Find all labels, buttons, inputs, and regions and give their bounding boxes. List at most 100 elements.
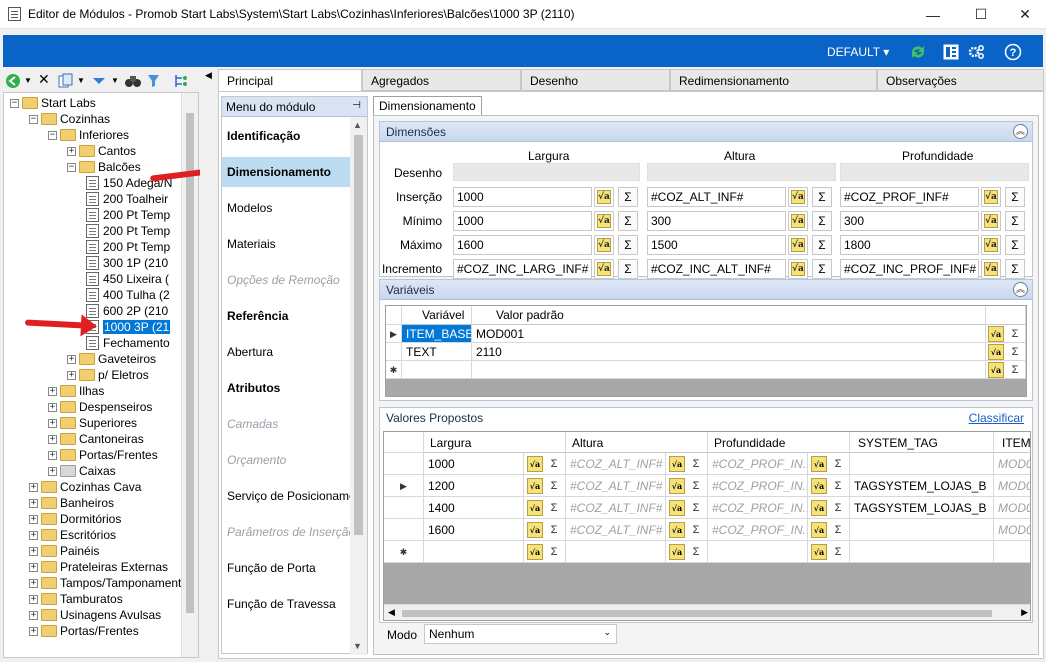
formula-button[interactable]: √a xyxy=(981,259,1001,279)
tree-item[interactable]: + Ilhas xyxy=(48,383,104,399)
layout-panel-icon[interactable] xyxy=(942,43,960,61)
formula-button[interactable]: √a xyxy=(594,259,614,279)
tree-item[interactable]: 400 Tulha (2 xyxy=(86,287,170,303)
tree-item[interactable]: + Superiores xyxy=(48,415,137,431)
tree-item[interactable]: + Cozinhas Cava xyxy=(29,479,141,495)
expand-icon[interactable]: + xyxy=(48,386,57,396)
sum-button[interactable]: Σ xyxy=(618,187,638,207)
variable-value-cell[interactable]: MOD001 xyxy=(472,325,986,343)
close-button[interactable]: ✕ xyxy=(1002,0,1046,29)
sum-button[interactable]: Σ xyxy=(831,456,845,472)
formula-button[interactable]: √a xyxy=(788,211,808,231)
tree-item[interactable]: + Portas/Frentes xyxy=(48,447,158,463)
hscroll-thumb[interactable] xyxy=(402,610,992,617)
formula-button[interactable]: √a xyxy=(594,211,614,231)
expand-icon[interactable]: + xyxy=(48,466,57,476)
tree-scrollbar[interactable] xyxy=(181,93,198,657)
dimension-input[interactable]: 300 xyxy=(647,211,786,231)
tree-item[interactable]: + Gaveteiros xyxy=(67,351,156,367)
expand-icon[interactable]: + xyxy=(48,450,57,460)
formula-button[interactable]: √a xyxy=(669,500,685,516)
system-tag-cell[interactable]: TAGSYSTEM_LOJAS_B xyxy=(850,497,994,519)
sum-button[interactable]: Σ xyxy=(812,235,832,255)
module-menu-item[interactable]: Referência xyxy=(222,301,350,331)
sum-button[interactable]: Σ xyxy=(1005,259,1025,279)
delete-icon[interactable]: ✕ xyxy=(38,71,50,88)
tree-item[interactable]: Fechamento xyxy=(86,335,170,351)
tree-item[interactable]: + Usinagens Avulsas xyxy=(29,607,161,623)
expand-icon[interactable]: + xyxy=(29,578,38,588)
dimension-input[interactable]: 1000 xyxy=(453,211,592,231)
formula-button[interactable]: √a xyxy=(988,362,1004,378)
sum-button[interactable]: Σ xyxy=(831,544,845,560)
proposed-value-cell[interactable]: 1600 xyxy=(424,519,524,541)
panel-splitter[interactable]: ◀ xyxy=(200,67,218,659)
help-icon[interactable]: ? xyxy=(1004,43,1022,61)
expand-icon[interactable]: + xyxy=(29,562,38,572)
collapse-icon[interactable]: − xyxy=(10,98,19,108)
proposed-value-cell[interactable] xyxy=(566,541,666,563)
variable-name-cell[interactable]: ITEM_BASE xyxy=(402,325,472,343)
expand-icon[interactable]: + xyxy=(67,146,76,156)
proposed-value-cell[interactable]: 1200 xyxy=(424,475,524,497)
paste-icon[interactable] xyxy=(91,74,107,88)
collapse-dimensoes-icon[interactable]: ︽ xyxy=(1013,124,1028,139)
expand-icon[interactable]: + xyxy=(29,530,38,540)
formula-button[interactable]: √a xyxy=(811,456,827,472)
tree-item[interactable]: 450 Lixeira ( xyxy=(86,271,169,287)
sum-button[interactable]: Σ xyxy=(831,478,845,494)
valores-hscrollbar[interactable]: ◀ ▶ xyxy=(384,604,1030,620)
scroll-up-icon[interactable]: ▲ xyxy=(353,120,362,130)
sum-button[interactable]: Σ xyxy=(618,259,638,279)
tree-item[interactable]: + p/ Eletros xyxy=(67,367,149,383)
formula-button[interactable]: √a xyxy=(669,522,685,538)
scroll-right-icon[interactable]: ▶ xyxy=(1021,607,1028,618)
variable-value-cell[interactable]: 2110 xyxy=(472,343,986,361)
proposed-value-cell[interactable]: #COZ_ALT_INF# xyxy=(566,453,666,475)
dimension-input[interactable]: 300 xyxy=(840,211,979,231)
layout-dropdown[interactable]: DEFAULT ▾ xyxy=(827,45,889,59)
tree-item[interactable]: 200 Pt Temp xyxy=(86,223,170,239)
system-tag-cell[interactable]: TAGSYSTEM_LOJAS_B xyxy=(850,475,994,497)
proposed-value-cell[interactable]: 1400 xyxy=(424,497,524,519)
sum-button[interactable]: Σ xyxy=(831,500,845,516)
module-menu-item[interactable]: Serviço de Posicionamento xyxy=(222,481,350,511)
dimension-input[interactable]: #COZ_INC_ALT_INF# xyxy=(647,259,786,279)
tab-dimensionamento[interactable]: Dimensionamento xyxy=(373,96,482,116)
expand-icon[interactable]: + xyxy=(48,418,57,428)
minimize-button[interactable]: — xyxy=(910,0,956,29)
sum-button[interactable]: Σ xyxy=(1008,326,1022,342)
expand-icon[interactable]: + xyxy=(29,626,38,636)
module-menu-item[interactable]: Abertura xyxy=(222,337,350,367)
item-cell[interactable]: MOD0 xyxy=(994,497,1030,519)
formula-button[interactable]: √a xyxy=(981,235,1001,255)
expand-icon[interactable]: + xyxy=(67,370,76,380)
tree-item[interactable]: 300 1P (210 xyxy=(86,255,168,271)
formula-button[interactable]: √a xyxy=(527,478,543,494)
module-menu-item[interactable]: Materiais xyxy=(222,229,350,259)
dimension-input[interactable]: 1500 xyxy=(647,235,786,255)
tab-observacoes[interactable]: Observações xyxy=(877,69,1044,91)
tree-item[interactable]: 1000 3P (21 xyxy=(86,319,171,335)
filter-icon[interactable] xyxy=(146,73,162,89)
formula-button[interactable]: √a xyxy=(988,344,1004,360)
formula-button[interactable]: √a xyxy=(788,259,808,279)
proposed-value-cell[interactable]: #COZ_PROF_IN... xyxy=(708,497,808,519)
tree-item[interactable]: + Cantoneiras xyxy=(48,431,144,447)
system-tag-cell[interactable] xyxy=(850,541,994,563)
module-menu-item[interactable]: Atributos xyxy=(222,373,350,403)
sum-button[interactable]: Σ xyxy=(812,187,832,207)
sum-button[interactable]: Σ xyxy=(618,235,638,255)
tab-agregados[interactable]: Agregados xyxy=(362,69,521,91)
formula-button[interactable]: √a xyxy=(527,456,543,472)
tab-desenho[interactable]: Desenho xyxy=(521,69,670,91)
classificar-link[interactable]: Classificar xyxy=(969,411,1024,425)
sum-button[interactable]: Σ xyxy=(1005,211,1025,231)
module-menu-item[interactable]: Identificação xyxy=(222,121,350,151)
collapse-icon[interactable]: − xyxy=(29,114,38,124)
proposed-value-cell[interactable]: #COZ_ALT_INF# xyxy=(566,497,666,519)
dimension-input[interactable]: 1600 xyxy=(453,235,592,255)
tree-item[interactable]: − Inferiores xyxy=(48,127,129,143)
formula-button[interactable]: √a xyxy=(981,187,1001,207)
expand-icon[interactable]: + xyxy=(67,354,76,364)
